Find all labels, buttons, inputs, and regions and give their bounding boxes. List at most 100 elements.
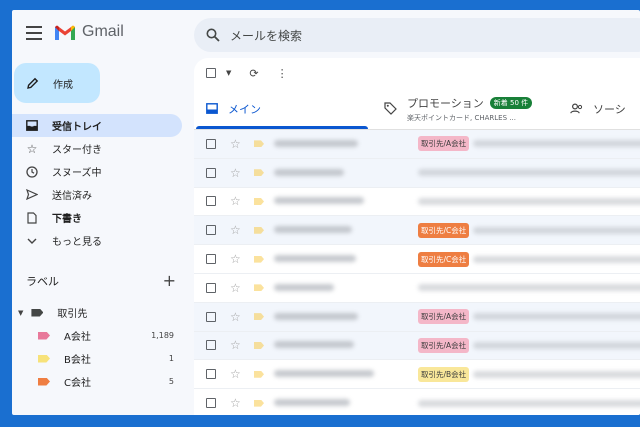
search-bar[interactable]: メールを検索 bbox=[194, 18, 640, 52]
gmail-window: Gmail メールを検索 作成 受信トレイ ☆ スター付き スヌーズ中 送信済み… bbox=[12, 10, 640, 415]
label-item-c[interactable]: C会社 5 bbox=[12, 370, 182, 393]
email-subject-blurred bbox=[473, 226, 640, 234]
label-name: B会社 bbox=[64, 355, 91, 366]
label-name: 取引先 bbox=[57, 309, 88, 320]
people-icon bbox=[570, 103, 583, 114]
email-subject-blurred bbox=[418, 284, 640, 292]
inbox-icon bbox=[206, 103, 218, 114]
label-count: 1 bbox=[168, 354, 174, 363]
email-subject-blurred bbox=[473, 341, 640, 349]
label-chip[interactable]: 取引先/B会社 bbox=[418, 366, 470, 382]
importance-marker-icon[interactable] bbox=[254, 140, 264, 148]
sidebar-item-inbox[interactable]: 受信トレイ bbox=[12, 114, 182, 137]
importance-marker-icon[interactable] bbox=[254, 341, 264, 349]
email-row[interactable]: ☆ bbox=[194, 389, 640, 415]
search-icon[interactable] bbox=[206, 28, 220, 42]
menu-icon[interactable] bbox=[26, 26, 42, 40]
row-checkbox[interactable] bbox=[206, 225, 216, 236]
importance-marker-icon[interactable] bbox=[254, 169, 264, 177]
promo-senders: 楽天ポイントカード, CHARLES ... bbox=[407, 113, 516, 122]
star-icon[interactable]: ☆ bbox=[230, 252, 244, 266]
compose-button[interactable]: 作成 bbox=[14, 63, 100, 103]
importance-marker-icon[interactable] bbox=[254, 197, 264, 205]
clock-icon bbox=[26, 165, 38, 178]
email-list: ☆ 取引先/A会社 ☆ ☆ ☆ 取引先/C会社 ☆ 取引先/C会社 ☆ ☆ 取引先/A会社 ☆ 取引先/… bbox=[194, 130, 640, 415]
importance-marker-icon[interactable] bbox=[254, 284, 264, 292]
email-subject-blurred bbox=[473, 140, 640, 148]
email-row[interactable]: ☆ 取引先/C会社 bbox=[194, 216, 640, 246]
more-options-icon[interactable]: ⋮ bbox=[277, 67, 288, 80]
sidebar-item-drafts[interactable]: 下書き bbox=[12, 206, 182, 229]
row-checkbox[interactable] bbox=[206, 398, 216, 409]
send-icon bbox=[26, 189, 38, 201]
star-icon[interactable]: ☆ bbox=[230, 194, 244, 208]
tag-icon bbox=[384, 102, 397, 115]
label-chip[interactable]: 取引先/A会社 bbox=[418, 136, 470, 152]
row-checkbox[interactable] bbox=[206, 138, 216, 149]
email-row[interactable]: ☆ bbox=[194, 274, 640, 303]
tab-promotions[interactable]: プロモーション 新着 50 件 楽天ポイントカード, CHARLES ... bbox=[368, 88, 556, 129]
star-icon[interactable]: ☆ bbox=[230, 338, 244, 352]
importance-marker-icon[interactable] bbox=[254, 255, 264, 263]
row-checkbox[interactable] bbox=[206, 282, 216, 293]
add-label-icon[interactable]: + bbox=[163, 273, 176, 289]
importance-marker-icon[interactable] bbox=[254, 226, 264, 234]
email-row[interactable]: ☆ 取引先/C会社 bbox=[194, 245, 640, 274]
label-chip[interactable]: 取引先/C会社 bbox=[418, 222, 470, 238]
select-dropdown-icon[interactable]: ▼ bbox=[226, 69, 231, 77]
label-tree: ▼ 取引先 A会社 1,189 B会社 1 C会社 5 bbox=[12, 301, 182, 393]
sidebar-item-sent[interactable]: 送信済み bbox=[12, 183, 182, 206]
email-sender-blurred bbox=[274, 399, 418, 407]
tab-primary[interactable]: メイン bbox=[194, 88, 368, 129]
gmail-logo[interactable]: Gmail bbox=[54, 23, 124, 41]
pencil-icon bbox=[27, 77, 39, 89]
row-checkbox[interactable] bbox=[206, 196, 216, 207]
row-checkbox[interactable] bbox=[206, 340, 216, 351]
label-chip[interactable]: 取引先/A会社 bbox=[418, 309, 470, 325]
label-chip[interactable]: 取引先/C会社 bbox=[418, 251, 470, 267]
row-checkbox[interactable] bbox=[206, 369, 216, 380]
star-icon[interactable]: ☆ bbox=[230, 166, 244, 180]
refresh-icon[interactable]: ⟳ bbox=[249, 67, 258, 80]
importance-marker-icon[interactable] bbox=[254, 370, 264, 378]
compose-label: 作成 bbox=[53, 79, 73, 91]
email-row[interactable]: ☆ 取引先/B会社 bbox=[194, 360, 640, 390]
email-row[interactable]: ☆ bbox=[194, 188, 640, 217]
email-subject-blurred bbox=[418, 169, 640, 177]
star-icon[interactable]: ☆ bbox=[230, 223, 244, 237]
email-sender-blurred bbox=[274, 226, 418, 234]
email-row[interactable]: ☆ 取引先/A会社 bbox=[194, 130, 640, 159]
sidebar-item-label: 送信済み bbox=[52, 191, 92, 202]
sidebar-item-starred[interactable]: ☆ スター付き bbox=[12, 137, 182, 160]
row-checkbox[interactable] bbox=[206, 254, 216, 265]
email-row[interactable]: ☆ 取引先/A会社 bbox=[194, 302, 640, 332]
select-all-checkbox[interactable] bbox=[206, 68, 216, 78]
star-icon[interactable]: ☆ bbox=[230, 137, 244, 151]
row-checkbox[interactable] bbox=[206, 167, 216, 178]
tab-social[interactable]: ソーシ bbox=[556, 88, 626, 129]
email-row[interactable]: ☆ 取引先/A会社 bbox=[194, 331, 640, 361]
star-icon[interactable]: ☆ bbox=[230, 310, 244, 324]
label-item-a[interactable]: A会社 1,189 bbox=[12, 324, 182, 347]
chevron-down-icon bbox=[26, 235, 38, 247]
row-checkbox[interactable] bbox=[206, 311, 216, 322]
search-input[interactable]: メールを検索 bbox=[230, 27, 302, 44]
caret-down-icon[interactable]: ▼ bbox=[18, 309, 23, 317]
email-row[interactable]: ☆ bbox=[194, 158, 640, 188]
star-icon[interactable]: ☆ bbox=[230, 281, 244, 295]
label-item-b[interactable]: B会社 1 bbox=[12, 347, 182, 370]
email-sender-blurred bbox=[274, 255, 418, 263]
label-item-parent[interactable]: ▼ 取引先 bbox=[12, 301, 182, 324]
label-tag-icon bbox=[38, 331, 50, 340]
label-chip[interactable]: 取引先/A会社 bbox=[418, 337, 470, 353]
star-icon: ☆ bbox=[26, 141, 38, 156]
label-name: A会社 bbox=[64, 332, 91, 343]
star-icon[interactable]: ☆ bbox=[230, 396, 244, 410]
importance-marker-icon[interactable] bbox=[254, 313, 264, 321]
importance-marker-icon[interactable] bbox=[254, 399, 264, 407]
sidebar-item-snoozed[interactable]: スヌーズ中 bbox=[12, 160, 182, 183]
draft-icon bbox=[26, 211, 38, 224]
label-tag-icon bbox=[38, 377, 50, 386]
sidebar-item-more[interactable]: もっと見る bbox=[12, 229, 182, 252]
star-icon[interactable]: ☆ bbox=[230, 367, 244, 381]
